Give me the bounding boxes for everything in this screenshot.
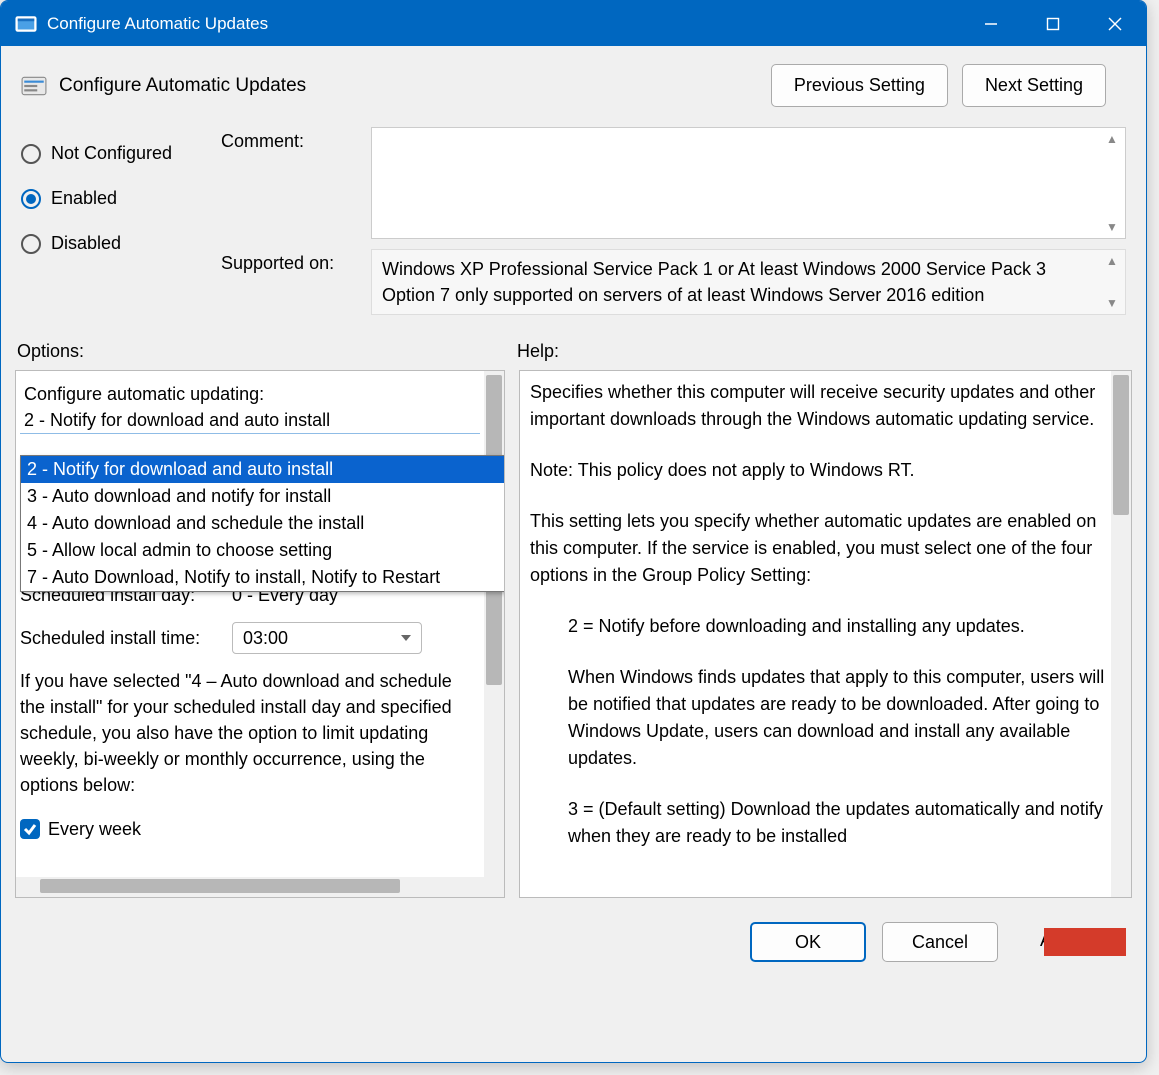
next-setting-button[interactable]: Next Setting [962,64,1106,107]
supported-on-text: Windows XP Professional Service Pack 1 o… [371,249,1126,315]
previous-setting-button[interactable]: Previous Setting [771,64,948,107]
supported-label: Supported on: [221,249,371,315]
every-week-checkbox[interactable]: Every week [20,816,480,842]
vertical-scrollbar[interactable] [1111,371,1131,897]
help-text: This setting lets you specify whether au… [530,508,1105,589]
cancel-button[interactable]: Cancel [882,922,998,962]
window-controls [960,1,1146,46]
scheduled-time-select[interactable]: 03:00 [232,622,422,654]
help-text: When Windows finds updates that apply to… [530,664,1105,772]
state-radios: Not Configured Enabled Disabled [21,127,221,325]
radio-disabled[interactable]: Disabled [21,233,221,254]
dropdown-item[interactable]: 5 - Allow local admin to choose setting [21,537,505,564]
radio-icon [21,234,41,254]
ok-button[interactable]: OK [750,922,866,962]
help-text: Note: This policy does not apply to Wind… [530,457,1105,484]
radio-enabled[interactable]: Enabled [21,188,221,209]
page-title: Configure Automatic Updates [59,75,771,97]
radio-label: Not Configured [51,143,172,164]
dropdown-list: 2 - Notify for download and auto install… [20,455,505,592]
dropdown-item[interactable]: 4 - Auto download and schedule the insta… [21,510,505,537]
radio-label: Disabled [51,233,121,254]
titlebar: Configure Automatic Updates [1,1,1146,46]
header: Configure Automatic Updates Previous Set… [1,46,1146,119]
scheduled-time-label: Scheduled install time: [20,625,232,651]
window: Configure Automatic Updates Configure Au… [0,0,1147,1063]
overlay-badge [1044,928,1126,956]
scroll-down-icon[interactable]: ▼ [1105,220,1119,234]
configure-updating-label: Configure automatic updating: [20,381,480,407]
options-panel: Configure automatic updating: 2 - Notify… [15,370,505,898]
help-text: 2 = Notify before downloading and instal… [530,613,1105,640]
help-panel: Specifies whether this computer will rec… [519,370,1132,898]
scroll-up-icon[interactable]: ▲ [1105,132,1119,146]
window-title: Configure Automatic Updates [47,14,960,34]
scroll-down-icon[interactable]: ▼ [1105,296,1119,310]
radio-icon [21,189,41,209]
dropdown-item[interactable]: 2 - Notify for download and auto install [21,456,505,483]
help-text: 3 = (Default setting) Download the updat… [530,796,1105,850]
radio-icon [21,144,41,164]
comment-textarea[interactable]: ▲ ▼ [371,127,1126,239]
vertical-scrollbar[interactable] [484,371,504,897]
options-paragraph: If you have selected "4 – Auto download … [20,668,480,798]
help-heading: Help: [517,341,559,362]
maximize-button[interactable] [1022,1,1084,46]
checkbox-label: Every week [48,816,141,842]
help-text: Specifies whether this computer will rec… [530,379,1105,433]
horizontal-scrollbar[interactable] [16,877,484,897]
comment-label: Comment: [221,127,371,239]
dropdown-item[interactable]: 3 - Auto download and notify for install [21,483,505,510]
options-heading: Options: [17,341,517,362]
radio-label: Enabled [51,188,117,209]
dropdown-item[interactable]: 7 - Auto Download, Notify to install, No… [21,564,505,591]
minimize-button[interactable] [960,1,1022,46]
scroll-up-icon[interactable]: ▲ [1105,254,1119,268]
policy-icon [21,73,47,99]
apply-button[interactable]: A [1014,922,1126,962]
checkbox-icon [20,819,40,839]
policy-icon [15,13,37,35]
configure-updating-dropdown[interactable]: 2 - Notify for download and auto install [20,407,480,434]
radio-not-configured[interactable]: Not Configured [21,143,221,164]
close-button[interactable] [1084,1,1146,46]
footer: OK Cancel A [1,910,1146,978]
